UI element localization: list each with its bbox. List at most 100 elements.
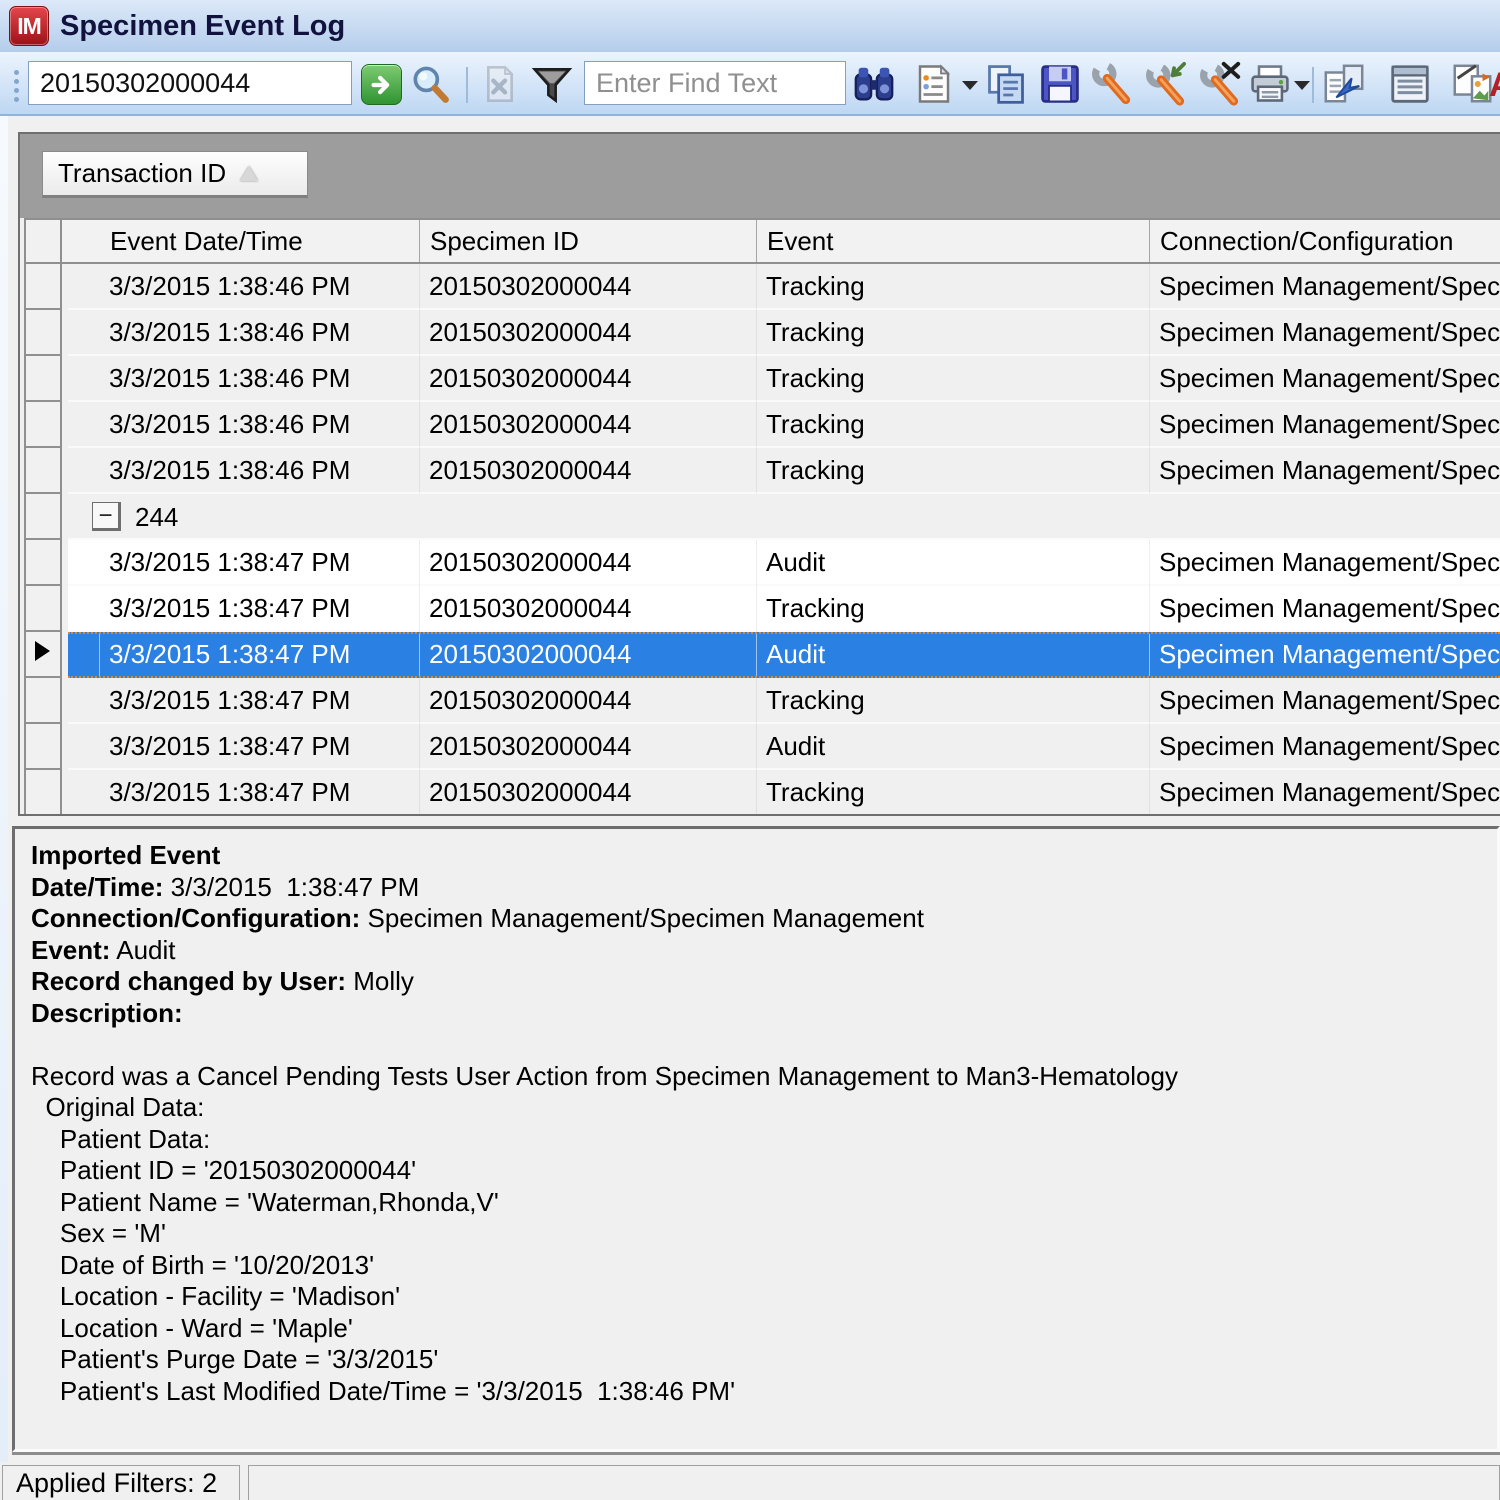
cell-event: Tracking [757, 402, 1150, 448]
search-button[interactable] [406, 61, 454, 107]
collapse-group-button[interactable]: − [92, 502, 121, 531]
font-button-partial[interactable]: A [1489, 66, 1500, 105]
event-log-grid: Transaction ID Event Date/Time Specimen … [18, 132, 1500, 816]
cell-specimen-id: 20150302000044 [420, 310, 757, 356]
cell-connection-configuration: Specimen Management/Specimen Management [1150, 540, 1500, 586]
cell-event: Tracking [757, 310, 1150, 356]
cell-specimen-id: 20150302000044 [420, 634, 757, 676]
specimen-id-input[interactable] [28, 61, 352, 105]
table-row[interactable]: 3/3/2015 1:38:47 PM 20150302000044 Track… [20, 770, 1500, 816]
title-bar: IM Specimen Event Log [0, 0, 1500, 52]
report-button[interactable] [1386, 61, 1434, 107]
column-header-specimen-id[interactable]: Specimen ID [420, 220, 757, 262]
detail-line: Imported Event [31, 840, 1497, 872]
table-row[interactable]: 3/3/2015 1:38:47 PM 20150302000044 Track… [20, 678, 1500, 724]
event-detail-text: Imported Event Date/Time: 3/3/2015 1:38:… [15, 829, 1497, 1407]
table-row[interactable]: 3/3/2015 1:38:46 PM 20150302000044 Track… [20, 356, 1500, 402]
detail-line: Date of Birth = '10/20/2013' [31, 1250, 1497, 1282]
cell-event-date-time: 3/3/2015 1:38:46 PM [100, 402, 420, 448]
row-selector-cell[interactable] [24, 264, 62, 310]
configure-button[interactable] [1086, 61, 1134, 107]
cell-specimen-id: 20150302000044 [420, 264, 757, 310]
toolbar-grip-handle[interactable] [14, 70, 19, 75]
cell-connection-configuration: Specimen Management/Specimen Management [1150, 634, 1500, 676]
cell-specimen-id: 20150302000044 [420, 770, 757, 816]
clear-find-button[interactable] [476, 61, 524, 107]
row-selector-cell[interactable] [24, 586, 62, 632]
row-selector-cell[interactable] [24, 770, 62, 816]
row-selector-cell[interactable] [24, 448, 62, 494]
detail-line: Patient Name = 'Waterman,Rhonda,V' [31, 1187, 1497, 1219]
configure-import-button[interactable] [1140, 61, 1188, 107]
row-selector-cell[interactable] [24, 540, 62, 586]
cell-connection-configuration: Specimen Management/Specimen Management [1150, 770, 1500, 816]
cell-specimen-id: 20150302000044 [420, 356, 757, 402]
group-by-transaction-id-button[interactable]: Transaction ID [42, 151, 308, 198]
row-selector-cell[interactable] [24, 632, 62, 678]
table-row[interactable]: 3/3/2015 1:38:47 PM 20150302000044 Audit… [20, 632, 1500, 678]
view-options-button[interactable] [910, 61, 958, 107]
configure-remove-button[interactable] [1194, 61, 1242, 107]
row-indent [68, 264, 100, 310]
filter-button[interactable] [528, 61, 576, 107]
cell-event-date-time: 3/3/2015 1:38:46 PM [100, 356, 420, 402]
cell-event: Tracking [757, 770, 1150, 816]
column-header-event-date-time[interactable]: Event Date/Time [62, 220, 420, 262]
print-button[interactable] [1246, 61, 1294, 107]
specimen-event-log-window: IM Specimen Event Log [0, 0, 1500, 1500]
find-button[interactable] [850, 61, 898, 107]
print-dropdown-icon[interactable] [1294, 81, 1310, 90]
detail-line: Original Data: [31, 1092, 1497, 1124]
copy-button[interactable] [982, 61, 1030, 107]
cell-connection-configuration: Specimen Management/Specimen Management [1150, 310, 1500, 356]
selected-row-indicator-icon [35, 641, 50, 661]
row-selector-cell[interactable] [24, 724, 62, 770]
table-row[interactable]: 3/3/2015 1:38:47 PM 20150302000044 Audit… [20, 724, 1500, 770]
table-row[interactable]: 3/3/2015 1:38:46 PM 20150302000044 Track… [20, 402, 1500, 448]
report-icon [1387, 61, 1433, 107]
row-indent [68, 678, 100, 724]
row-selector-cell[interactable] [24, 678, 62, 724]
status-bar: Applied Filters: 2 [0, 1462, 1500, 1500]
column-header-event[interactable]: Event [757, 220, 1150, 262]
save-floppy-icon [1038, 62, 1082, 106]
group-by-label: Transaction ID [58, 158, 226, 189]
save-button[interactable] [1036, 61, 1084, 107]
transfer-document-icon [1321, 61, 1367, 107]
view-options-dropdown-icon[interactable] [962, 81, 978, 90]
table-row[interactable]: 3/3/2015 1:38:46 PM 20150302000044 Track… [20, 310, 1500, 356]
detail-line: Connection/Configuration: Specimen Manag… [31, 903, 1497, 935]
table-row[interactable]: 3/3/2015 1:38:46 PM 20150302000044 Track… [20, 264, 1500, 310]
find-text-input[interactable] [584, 61, 846, 105]
cell-event: Tracking [757, 678, 1150, 724]
table-row[interactable]: 3/3/2015 1:38:46 PM 20150302000044 Track… [20, 448, 1500, 494]
cell-event: Tracking [757, 586, 1150, 632]
group-by-bar[interactable]: Transaction ID [20, 134, 1500, 218]
row-selector-cell[interactable] [24, 494, 62, 540]
column-header-connection-configuration[interactable]: Connection/Configuration [1150, 220, 1500, 262]
row-selector-cell[interactable] [24, 356, 62, 402]
detail-line: Sex = 'M' [31, 1218, 1497, 1250]
cell-connection-configuration: Specimen Management/Specimen Management [1150, 264, 1500, 310]
row-indent [68, 448, 100, 494]
detail-line [31, 1029, 1497, 1061]
group-row-label: 244 [135, 494, 178, 540]
copy-icon [984, 62, 1028, 106]
row-selector-cell[interactable] [24, 402, 62, 448]
filter-funnel-icon [530, 62, 574, 106]
view-options-icon [913, 63, 955, 105]
group-row[interactable]: − 244 [20, 494, 1500, 540]
row-selector-cell[interactable] [24, 310, 62, 356]
detail-line: Record was a Cancel Pending Tests User A… [31, 1061, 1497, 1093]
wrench-remove-icon [1195, 61, 1241, 107]
event-detail-panel: Imported Event Date/Time: 3/3/2015 1:38:… [12, 826, 1500, 1452]
row-indent [68, 356, 100, 402]
printer-icon [1248, 62, 1292, 106]
detail-line: Description: [31, 998, 1497, 1030]
table-row[interactable]: 3/3/2015 1:38:47 PM 20150302000044 Audit… [20, 540, 1500, 586]
cell-connection-configuration: Specimen Management/Specimen Management [1150, 724, 1500, 770]
cell-event: Tracking [757, 448, 1150, 494]
table-row[interactable]: 3/3/2015 1:38:47 PM 20150302000044 Track… [20, 586, 1500, 632]
go-button[interactable] [361, 64, 402, 105]
transfer-document-button[interactable] [1320, 61, 1368, 107]
